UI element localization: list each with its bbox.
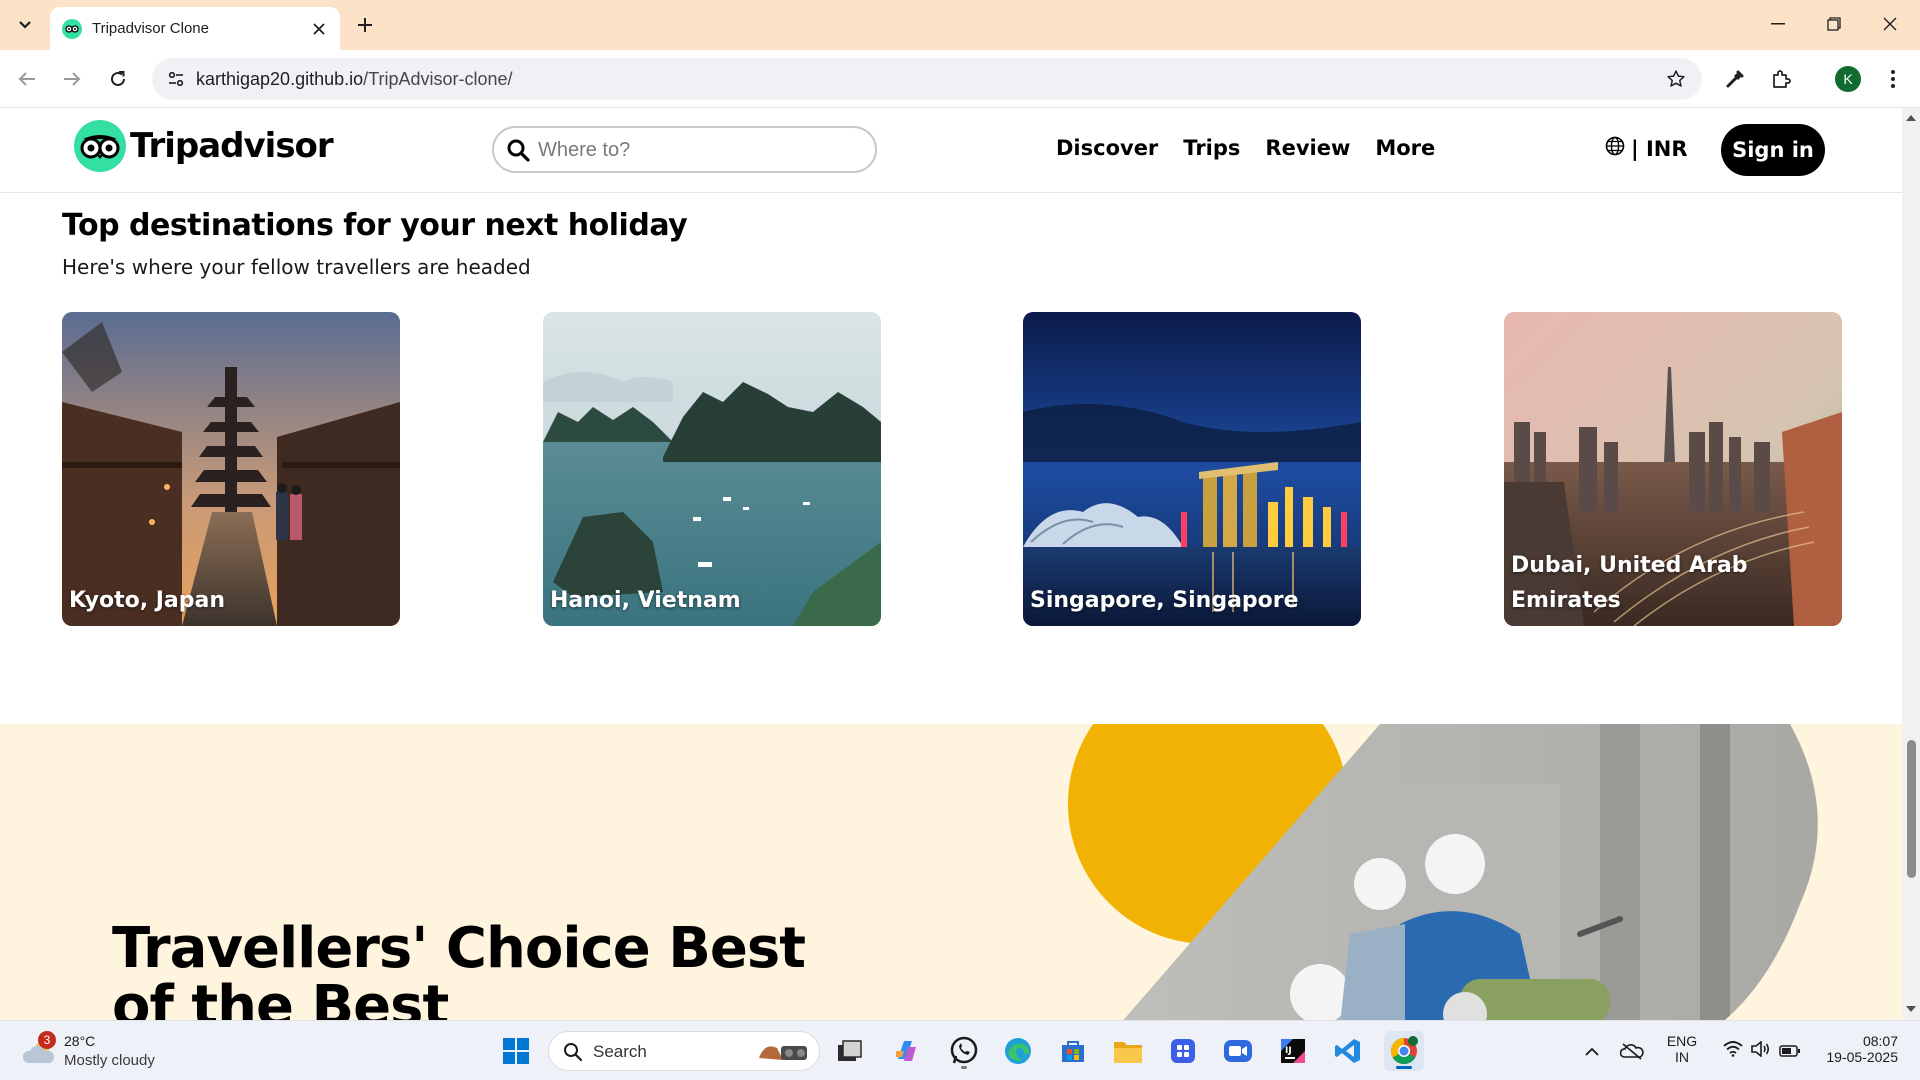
eyedropper-extension-icon[interactable]: [1720, 64, 1750, 94]
scroll-thumb[interactable]: [1907, 740, 1916, 878]
kyoto-image: [62, 312, 400, 626]
bookmark-star-icon[interactable]: [1664, 67, 1688, 91]
restore-icon[interactable]: [1806, 0, 1862, 48]
browser-tab-bar: Tripadvisor Clone: [0, 0, 1920, 50]
tab-search-chevron-icon[interactable]: [10, 11, 40, 39]
globe-icon: [1605, 136, 1625, 161]
hanoi-image: [543, 312, 881, 626]
onedrive-offline-icon[interactable]: [1614, 1031, 1650, 1071]
url-text: karthigap20.github.io/TripAdvisor-clone/: [196, 69, 513, 90]
minimize-icon[interactable]: [1750, 0, 1806, 48]
search-icon: [563, 1042, 583, 1066]
nav-review[interactable]: Review: [1265, 136, 1350, 160]
taskbar-search-label: Search: [593, 1042, 647, 1061]
page-scrollbar[interactable]: [1902, 108, 1920, 1020]
windows-start-icon[interactable]: [496, 1031, 536, 1071]
url-path: /TripAdvisor-clone/: [363, 69, 513, 89]
clock[interactable]: 08:07 19-05-2025: [1812, 1033, 1898, 1065]
weather-condition: Mostly cloudy: [64, 1052, 155, 1069]
page-viewport: Tripadvisor Discover Trips Review More |…: [0, 108, 1902, 1020]
windows-taskbar: 3 28°C Mostly cloudy Search IJ ENG IN 08…: [0, 1020, 1920, 1080]
tripadvisor-logo[interactable]: Tripadvisor: [74, 120, 334, 172]
app-launcher-icon[interactable]: [1163, 1031, 1203, 1071]
reload-icon[interactable]: [103, 64, 133, 94]
profile-avatar[interactable]: K: [1835, 66, 1861, 92]
svg-text:IJ: IJ: [1285, 1046, 1292, 1056]
notification-badge: 3: [38, 1031, 56, 1049]
destination-cards: Kyoto, Japan Hanoi, Vietnam Singapore, S…: [62, 312, 1842, 626]
intellij-icon[interactable]: IJ: [1273, 1031, 1313, 1071]
copilot-icon[interactable]: [886, 1031, 926, 1071]
address-bar[interactable]: karthigap20.github.io/TripAdvisor-clone/: [152, 58, 1702, 100]
search-icon: [506, 138, 530, 166]
destination-card-dubai[interactable]: Dubai, United Arab Emirates: [1504, 312, 1842, 626]
volume-icon: [1751, 1040, 1771, 1061]
clock-time: 08:07: [1862, 1033, 1898, 1049]
sign-in-button[interactable]: Sign in: [1721, 124, 1825, 176]
zoom-icon[interactable]: [1218, 1031, 1258, 1071]
singapore-image: [1023, 312, 1361, 626]
battery-icon: [1779, 1042, 1801, 1061]
tab-close-icon[interactable]: [310, 20, 328, 38]
destination-card-kyoto[interactable]: Kyoto, Japan: [62, 312, 400, 626]
chrome-icon[interactable]: [1384, 1031, 1424, 1071]
site-search-box[interactable]: [492, 126, 877, 173]
forward-arrow-icon[interactable]: [57, 64, 87, 94]
language-code: ENG: [1666, 1033, 1698, 1049]
temperature: 28°C: [64, 1033, 96, 1049]
wifi-icon: [1723, 1041, 1743, 1061]
destinations-header: Top destinations for your next holiday H…: [62, 208, 1842, 279]
microsoft-store-icon[interactable]: [1053, 1031, 1093, 1071]
show-hidden-icons-chevron-icon[interactable]: [1574, 1031, 1610, 1071]
section-title: Top destinations for your next holiday: [62, 208, 688, 243]
tripadvisor-favicon-icon: [62, 18, 82, 39]
quick-settings[interactable]: [1714, 1031, 1810, 1071]
destination-card-hanoi[interactable]: Hanoi, Vietnam: [543, 312, 881, 626]
running-indicator: [961, 1066, 967, 1069]
url-host: karthigap20.github.io: [196, 69, 364, 89]
task-view-icon[interactable]: [830, 1031, 870, 1071]
taskbar-search[interactable]: Search: [548, 1031, 820, 1071]
nav-trips[interactable]: Trips: [1183, 136, 1240, 160]
active-app-indicator: [1396, 1066, 1412, 1069]
new-tab-plus-icon[interactable]: [352, 12, 378, 38]
vscode-icon[interactable]: [1328, 1031, 1368, 1071]
browser-toolbar: karthigap20.github.io/TripAdvisor-clone/…: [0, 50, 1920, 108]
tab-title: Tripadvisor Clone: [92, 20, 209, 37]
nav-more[interactable]: More: [1375, 136, 1435, 160]
browser-menu-icon[interactable]: [1878, 64, 1908, 94]
card-label: Hanoi, Vietnam: [550, 588, 741, 613]
file-explorer-icon[interactable]: [1108, 1031, 1148, 1071]
clock-date: 19-05-2025: [1826, 1049, 1898, 1065]
travellers-choice-image: [1068, 724, 1818, 1020]
extensions-puzzle-icon[interactable]: [1766, 64, 1796, 94]
search-highlight-icon: [755, 1038, 815, 1070]
travellers-choice-banner: Travellers' Choice Best of the Best: [0, 724, 1902, 1020]
nav-discover[interactable]: Discover: [1056, 136, 1158, 160]
region-code: IN: [1675, 1049, 1689, 1065]
back-arrow-icon[interactable]: [12, 64, 42, 94]
card-label: Kyoto, Japan: [69, 588, 226, 613]
scroll-down-arrow-icon[interactable]: [1906, 1004, 1916, 1014]
logo-wordmark: Tripadvisor: [130, 126, 334, 166]
search-input[interactable]: [538, 136, 858, 164]
promo-title: Travellers' Choice Best of the Best: [112, 916, 806, 1021]
currency-selector[interactable]: | INR: [1605, 136, 1688, 161]
card-label: Singapore, Singapore: [1030, 588, 1299, 613]
section-subtitle: Here's where your fellow travellers are …: [62, 255, 531, 279]
weather-widget[interactable]: 3 28°C Mostly cloudy: [20, 1031, 180, 1073]
site-nav: Discover Trips Review More: [1056, 136, 1435, 160]
destination-card-singapore[interactable]: Singapore, Singapore: [1023, 312, 1361, 626]
close-window-icon[interactable]: [1862, 0, 1918, 48]
site-info-icon[interactable]: [162, 65, 190, 93]
browser-tab[interactable]: Tripadvisor Clone: [50, 7, 340, 50]
edge-icon[interactable]: [998, 1031, 1038, 1071]
whatsapp-icon[interactable]: [944, 1031, 984, 1071]
card-label: Dubai, United Arab Emirates: [1511, 553, 1748, 613]
site-header: Tripadvisor Discover Trips Review More |…: [0, 108, 1902, 193]
owl-logo-icon: [74, 120, 126, 172]
language-indicator[interactable]: ENG IN: [1660, 1033, 1704, 1065]
scroll-up-arrow-icon[interactable]: [1906, 112, 1916, 122]
currency-label: | INR: [1631, 136, 1688, 161]
